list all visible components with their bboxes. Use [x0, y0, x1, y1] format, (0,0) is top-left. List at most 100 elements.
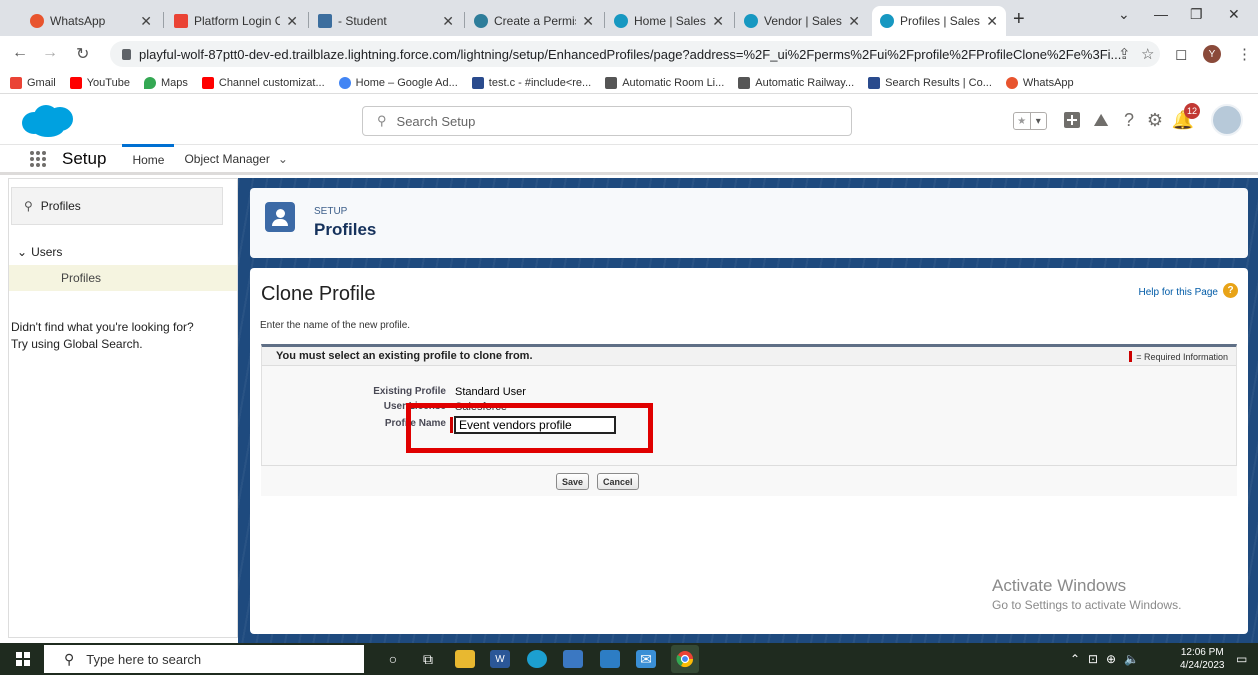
chrome-icon[interactable]	[671, 645, 699, 673]
activate-windows-watermark: Activate Windows	[992, 576, 1127, 595]
bookmark-search-results[interactable]: Search Results | Co...	[868, 76, 992, 89]
trailhead-icon	[474, 14, 488, 28]
store-app-icon[interactable]	[563, 650, 583, 668]
bookmark-youtube[interactable]: YouTube	[69, 76, 130, 89]
bookmark-whatsapp[interactable]: WhatsApp	[1005, 76, 1074, 89]
app-navigation: Setup Home Object Manager ⌄	[0, 143, 1258, 175]
mail-icon[interactable]: ✉	[636, 650, 656, 668]
nav-tab-object-manager[interactable]: Object Manager ⌄	[174, 144, 297, 174]
salesforce-global-header: ⚲ Search Setup ★ ▾ ⛰ ? ⚙ 🔔 12	[0, 95, 1258, 145]
language-icon[interactable]: ⊕	[1106, 652, 1116, 666]
tab-student[interactable]: - Student ✕	[310, 6, 462, 36]
close-icon[interactable]: ✕	[286, 13, 298, 30]
word-icon[interactable]: W	[490, 650, 510, 668]
sidebar-help-text: Didn't find what you're looking for? Try…	[11, 320, 194, 351]
side-panel-icon[interactable]: ◻	[1175, 45, 1187, 63]
share-icon[interactable]: ⇪	[1118, 45, 1131, 63]
salesforce-cloud-icon	[880, 14, 894, 28]
back-icon[interactable]: ←	[12, 44, 28, 62]
tab-vendor-salesforce[interactable]: Vendor | Salesfor ✕	[736, 6, 868, 36]
chevron-down-icon[interactable]: ▾	[1029, 113, 1047, 129]
app-name: Setup	[62, 148, 107, 168]
forward-icon[interactable]: →	[42, 44, 58, 62]
close-icon[interactable]: ✕	[442, 13, 454, 30]
tray-chevron-icon[interactable]: ⌃	[1070, 652, 1080, 666]
help-icon[interactable]: ?	[1223, 283, 1238, 298]
reload-icon[interactable]: ↻	[76, 44, 89, 64]
chevron-down-icon[interactable]: ⌄	[278, 152, 288, 166]
close-icon[interactable]: ✕	[986, 13, 998, 30]
star-icon[interactable]: ★	[1014, 113, 1030, 129]
trailhead-icon[interactable]: ⛰	[1090, 109, 1112, 131]
close-window-button[interactable]: ✕	[1228, 6, 1240, 23]
tab-title: Create a Permissi	[494, 14, 576, 28]
nav-tab-home[interactable]: Home	[122, 143, 175, 174]
bookmark-testc[interactable]: test.c - #include<re...	[471, 76, 591, 89]
bookmark-railway[interactable]: Automatic Railway...	[738, 76, 854, 89]
bookmark-maps[interactable]: Maps	[143, 76, 188, 89]
tab-whatsapp[interactable]: WhatsApp ✕	[22, 6, 160, 36]
help-for-page-link[interactable]: Help for this Page	[1139, 287, 1219, 298]
bookmark-google-ads[interactable]: Home – Google Ad...	[338, 76, 458, 89]
notification-badge: 12	[1184, 103, 1200, 119]
url-bar[interactable]: playful-wolf-87ptt0-dev-ed.trailblaze.li…	[110, 41, 1160, 67]
whatsapp-icon	[30, 14, 44, 28]
gmail-icon	[174, 14, 188, 28]
app-launcher-icon[interactable]	[30, 150, 46, 167]
gear-icon[interactable]: ⚙	[1144, 109, 1166, 131]
global-actions-icon[interactable]	[1061, 109, 1083, 131]
required-legend: = Required Information	[1136, 352, 1228, 362]
favorites-button[interactable]: ★ ▾	[1013, 112, 1047, 130]
windows-start-icon[interactable]	[16, 652, 30, 666]
menu-icon[interactable]: ⋮	[1237, 45, 1252, 63]
new-tab-button[interactable]: +	[1013, 8, 1025, 31]
setup-sidebar: ⚲ Profiles ⌄ Users Profiles Didn't find w…	[8, 178, 238, 638]
tab-title: Platform Login C	[194, 14, 281, 28]
user-avatar[interactable]	[1211, 104, 1243, 136]
close-icon[interactable]: ✕	[848, 13, 860, 30]
edge-icon[interactable]	[527, 650, 547, 668]
close-icon[interactable]: ✕	[140, 13, 152, 30]
search-setup-input[interactable]: ⚲ Search Setup	[362, 106, 852, 136]
network-icon[interactable]: ⊡	[1088, 652, 1098, 666]
tab-profiles-salesforce[interactable]: Profiles | Salesfor ✕	[872, 6, 1006, 36]
tree-node-profiles[interactable]: Profiles	[9, 265, 237, 291]
microsoft-store-icon[interactable]	[600, 650, 620, 668]
browser-profile-avatar[interactable]: Y	[1203, 45, 1221, 63]
tab-home-salesforce[interactable]: Home | Salesforc ✕	[606, 6, 732, 36]
url-text[interactable]: playful-wolf-87ptt0-dev-ed.trailblaze.li…	[139, 47, 1121, 62]
chevron-down-icon[interactable]: ⌄	[17, 245, 27, 259]
system-clock[interactable]: 12:06 PM 4/24/2023	[1180, 646, 1225, 672]
tab-title: - Student	[338, 14, 387, 28]
salesforce-logo[interactable]	[20, 103, 76, 139]
tab-search-icon[interactable]: ⌄	[1118, 6, 1130, 23]
taskbar-search-input[interactable]: ⚲ Type here to search	[44, 645, 364, 673]
existing-profile-label: Existing Profile	[373, 386, 446, 397]
cortana-icon[interactable]: ○	[383, 650, 403, 668]
bookmark-star-icon[interactable]: ☆	[1141, 45, 1154, 63]
close-icon[interactable]: ✕	[712, 13, 724, 30]
bookmark-site-icon	[868, 76, 881, 89]
bookmark-room-lighting[interactable]: Automatic Room Li...	[605, 76, 724, 89]
help-icon[interactable]: ?	[1118, 109, 1140, 131]
bookmark-site-icon	[471, 76, 484, 89]
lock-icon	[122, 48, 131, 60]
close-icon[interactable]: ✕	[582, 13, 594, 30]
tree-node-users[interactable]: ⌄ Users	[17, 245, 62, 259]
volume-icon[interactable]: 🔈	[1124, 652, 1139, 666]
file-explorer-icon[interactable]	[455, 650, 475, 668]
task-view-icon[interactable]: ⧉	[418, 650, 438, 668]
search-icon: ⚲	[24, 199, 33, 213]
page-kicker: SETUP	[314, 206, 348, 217]
bookmark-channel[interactable]: Channel customizat...	[201, 76, 325, 89]
quick-find-input[interactable]: ⚲ Profiles	[11, 187, 223, 225]
page-header: SETUP Profiles	[250, 188, 1248, 258]
bookmark-gmail[interactable]: Gmail	[10, 76, 56, 89]
tab-platform-login[interactable]: Platform Login C ✕	[166, 6, 306, 36]
restore-button[interactable]: ❐	[1190, 6, 1203, 23]
cancel-button[interactable]: Cancel	[597, 473, 639, 490]
notifications-icon[interactable]: ▭	[1236, 652, 1247, 666]
tab-create-permission[interactable]: Create a Permissi ✕	[466, 6, 602, 36]
minimize-button[interactable]: —	[1154, 6, 1168, 22]
save-button[interactable]: Save	[556, 473, 590, 490]
